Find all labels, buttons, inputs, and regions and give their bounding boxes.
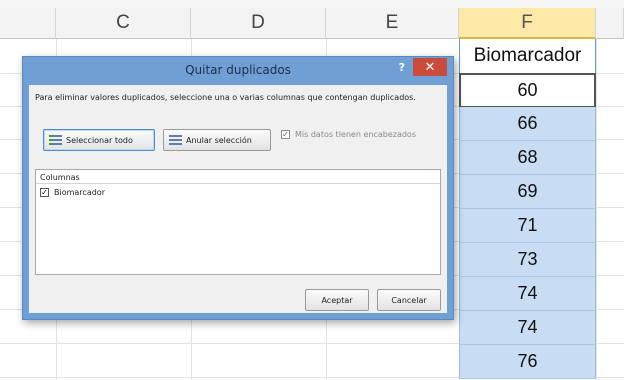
cell-f-active[interactable]: 60 [459, 73, 596, 108]
column-header-e[interactable]: E [326, 8, 459, 39]
cell-f[interactable]: 68 [459, 141, 596, 175]
select-all-icon [49, 134, 62, 146]
cancel-button[interactable]: Cancelar [377, 289, 441, 311]
unselect-all-icon [169, 134, 182, 146]
accept-button[interactable]: Aceptar [305, 289, 369, 311]
headers-checkbox[interactable]: ✓ Mis datos tienen encabezados [281, 130, 416, 139]
cell-f[interactable]: 76 [459, 345, 596, 379]
checkbox-icon[interactable]: ✓ [40, 188, 49, 197]
select-all-label: Seleccionar todo [66, 135, 133, 145]
checkbox-icon: ✓ [281, 130, 290, 139]
column-header-d[interactable]: D [191, 8, 326, 39]
column-header-c[interactable]: C [56, 8, 191, 39]
cell-f[interactable]: 74 [459, 277, 596, 311]
cell-f[interactable]: 73 [459, 243, 596, 277]
cell-f-header[interactable]: Biomarcador [459, 39, 596, 74]
dialog-title: Quitar duplicados [185, 63, 291, 77]
row-header-corner[interactable] [0, 8, 56, 39]
unselect-all-button[interactable]: Anular selección [163, 129, 271, 151]
cell-f[interactable]: 71 [459, 209, 596, 243]
dialog-title-bar[interactable]: Quitar duplicados [23, 57, 453, 83]
select-all-button[interactable]: Seleccionar todo [43, 129, 155, 151]
dialog-body: Para eliminar valores duplicados, selecc… [29, 85, 447, 313]
column-item-label: Biomarcador [54, 188, 105, 197]
cell-f[interactable]: 69 [459, 175, 596, 209]
grid-line [596, 39, 597, 380]
cell-f[interactable]: 66 [459, 107, 596, 141]
close-icon[interactable]: ✕ [413, 58, 447, 76]
columns-header: Columnas [36, 170, 440, 184]
column-header-f[interactable]: F [459, 8, 596, 39]
remove-duplicates-dialog: Quitar duplicados ? ✕ Para eliminar valo… [22, 56, 454, 320]
columns-list: Columnas ✓ Biomarcador [35, 169, 441, 275]
unselect-all-label: Anular selección [186, 135, 252, 145]
column-header-g[interactable] [596, 8, 624, 39]
headers-checkbox-label: Mis datos tienen encabezados [295, 130, 416, 139]
dialog-instructions: Para eliminar valores duplicados, selecc… [35, 93, 416, 102]
column-item-biomarcador[interactable]: ✓ Biomarcador [36, 184, 440, 197]
help-icon[interactable]: ? [399, 61, 405, 74]
cell-f[interactable]: 74 [459, 311, 596, 345]
